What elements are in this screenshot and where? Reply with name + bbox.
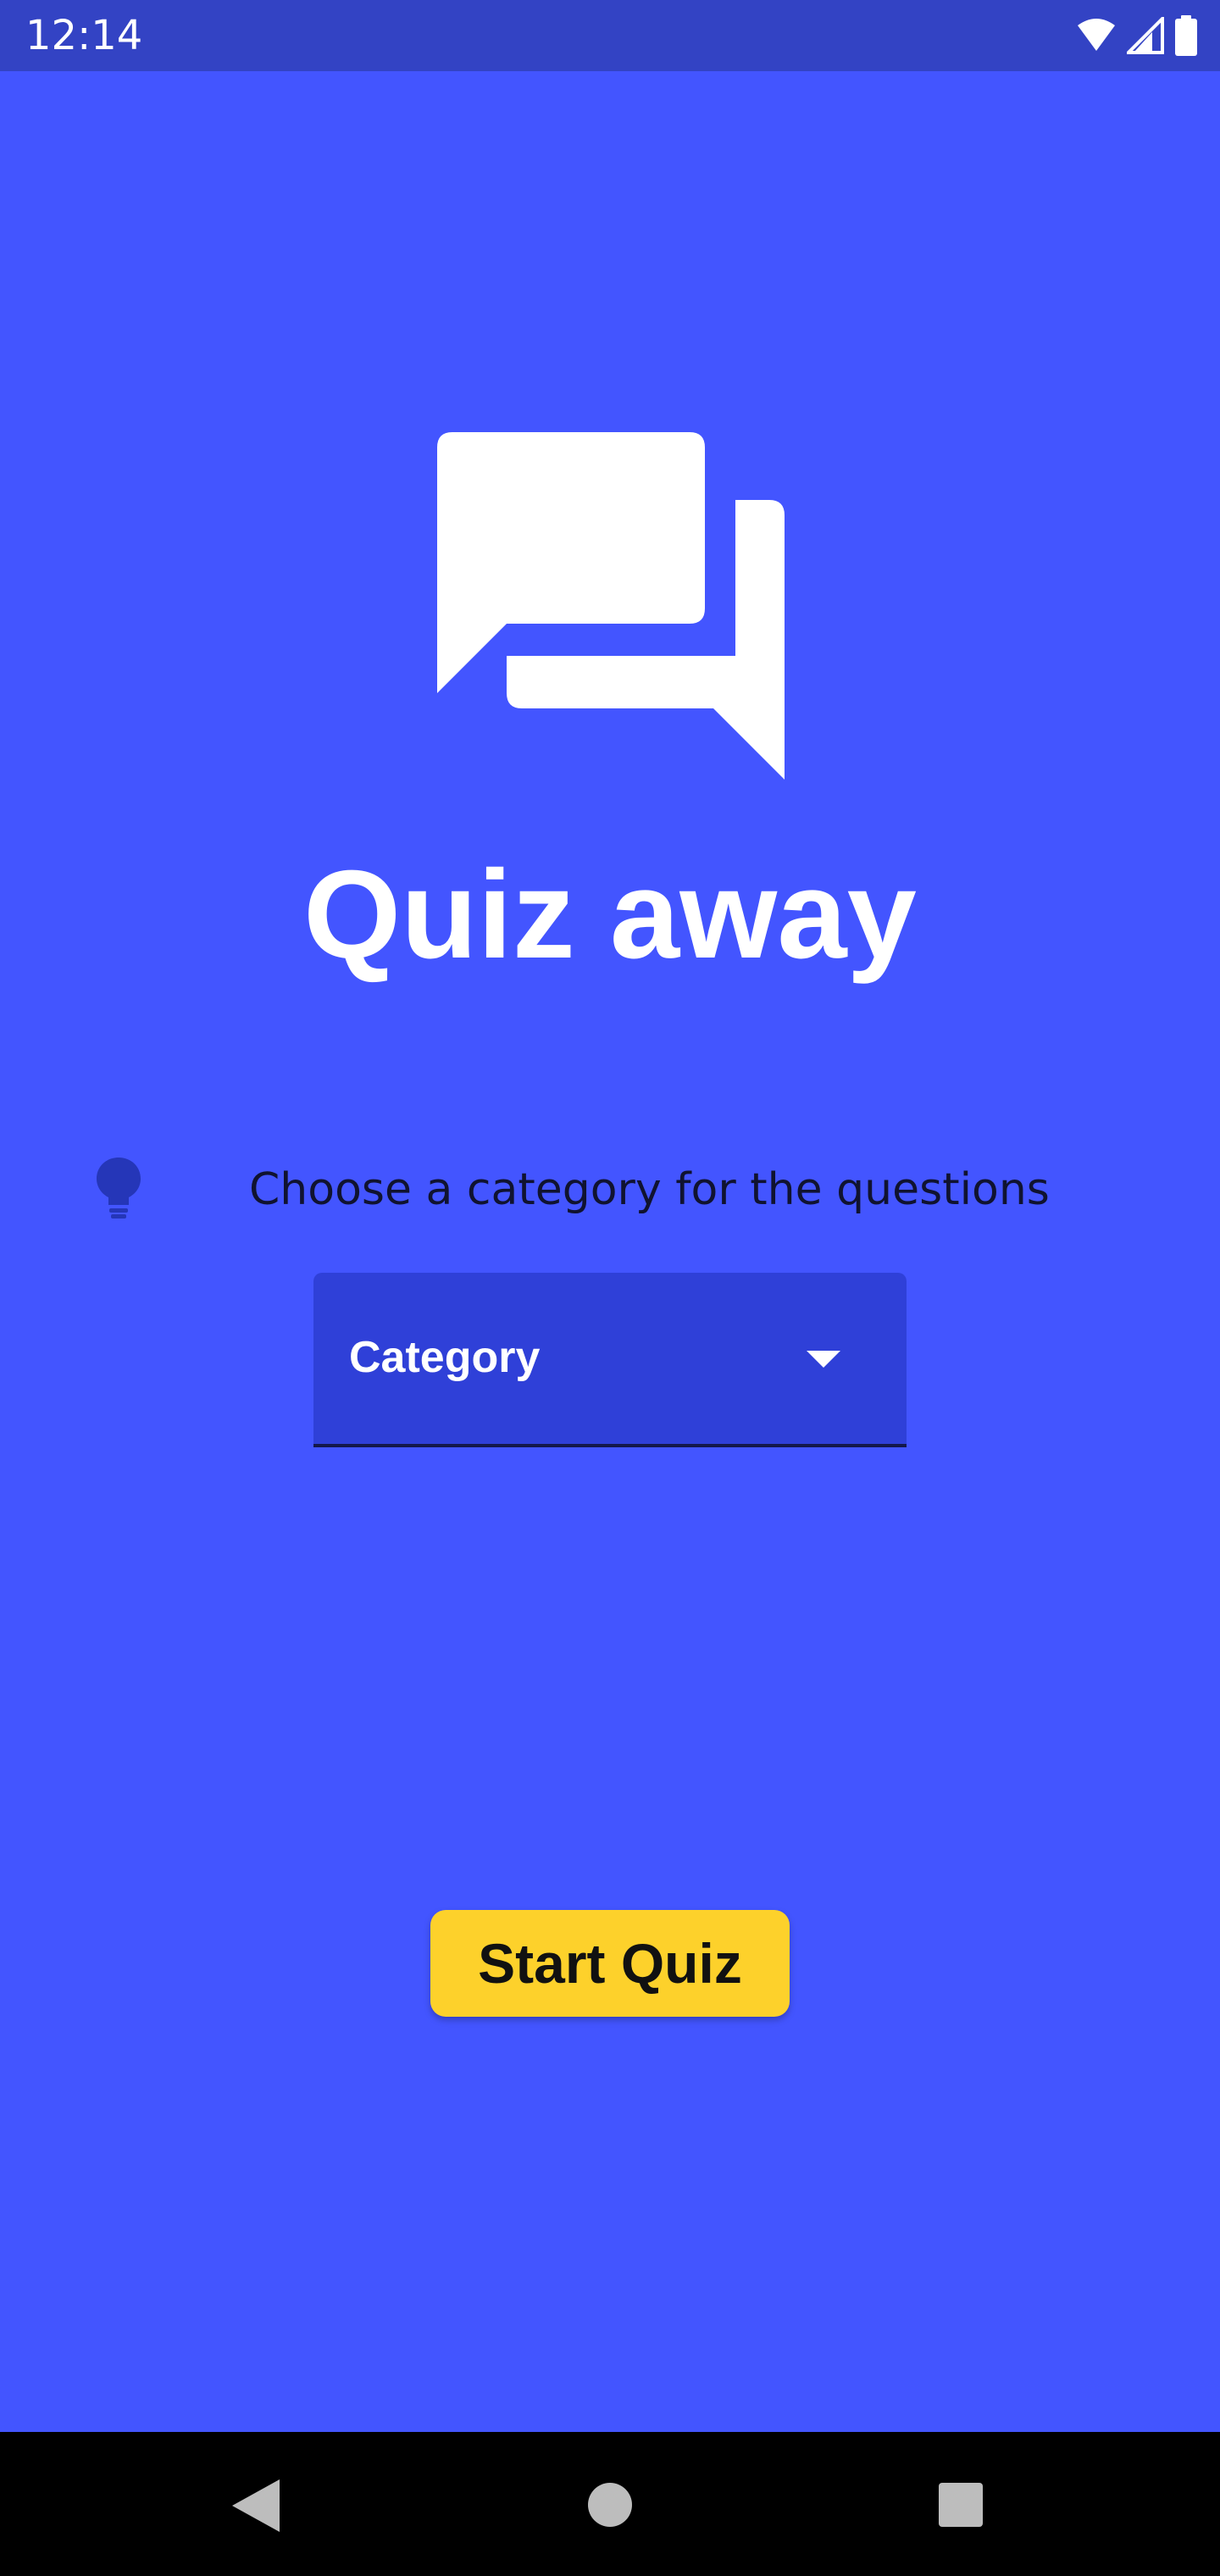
- category-dropdown-label: Category: [349, 1333, 541, 1382]
- quiz-home-screen: 12:14 Quiz away Choose a category for th…: [0, 0, 1220, 2576]
- lightbulb-icon: [97, 1158, 141, 1219]
- wifi-icon: [1078, 19, 1115, 51]
- back-icon[interactable]: [230, 2478, 281, 2534]
- cell-signal-icon: [1127, 17, 1164, 54]
- battery-icon: [1175, 15, 1197, 56]
- status-bar: 12:14: [0, 0, 1220, 71]
- category-dropdown[interactable]: Category: [313, 1273, 907, 1447]
- start-quiz-button[interactable]: Start Quiz: [430, 1910, 790, 2017]
- category-hint-text: Choose a category for the questions: [249, 1164, 1050, 1215]
- home-icon[interactable]: [586, 2481, 634, 2529]
- app-title: Quiz away: [303, 845, 917, 985]
- navigation-bar: [0, 2432, 1220, 2576]
- recents-icon[interactable]: [937, 2481, 984, 2529]
- status-time: 12:14: [25, 12, 143, 59]
- status-icons: [1076, 15, 1198, 56]
- dropdown-arrow-icon: [807, 1351, 840, 1368]
- chat-bubbles-icon: [437, 432, 785, 780]
